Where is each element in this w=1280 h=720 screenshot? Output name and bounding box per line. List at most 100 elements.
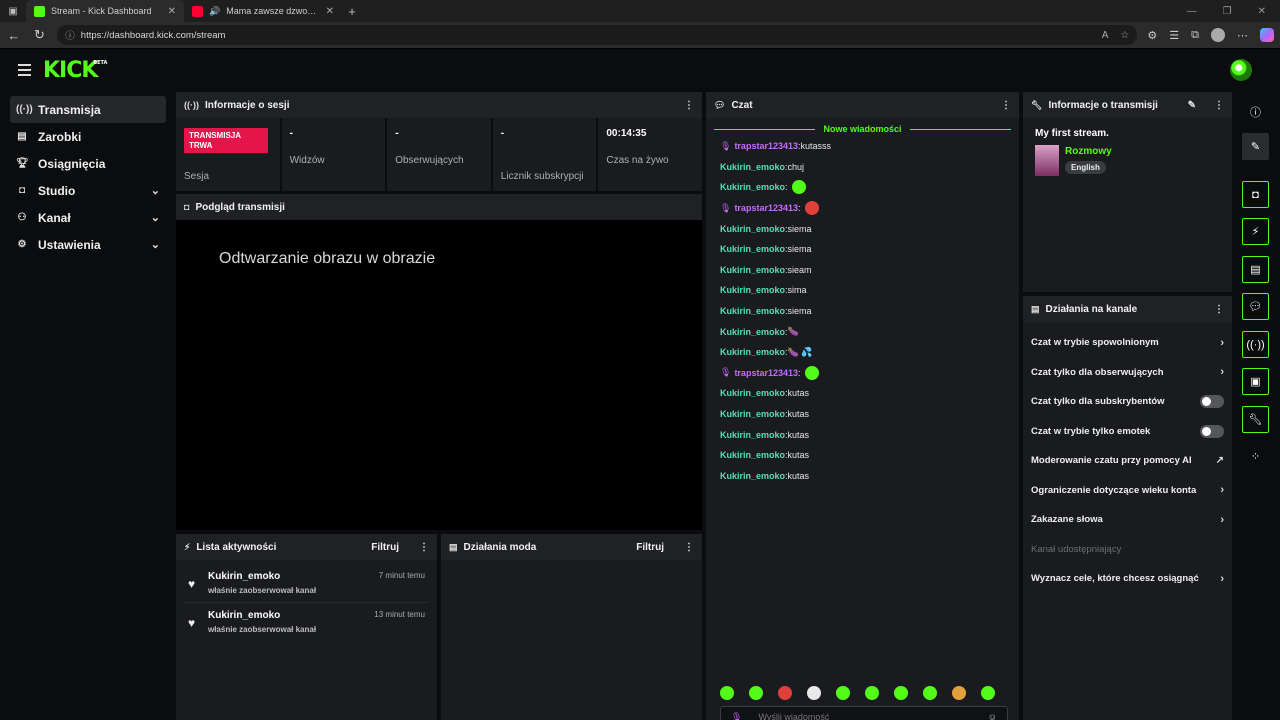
sidebar-item-transmisja[interactable]: ((·)) Transmisja [10, 96, 166, 123]
profile-avatar[interactable] [1210, 28, 1225, 42]
quick-emote-icon[interactable] [778, 686, 792, 700]
sidebar-item-zarobki[interactable]: ▤ Zarobki [10, 123, 166, 150]
filter-button[interactable]: Filtruj [636, 542, 664, 553]
chat-message[interactable]: Kukirin_emoko: kutas [706, 424, 1019, 445]
favorite-star-icon[interactable]: ☆ [1120, 30, 1129, 41]
chat-username[interactable]: trapstar123413 [734, 368, 798, 378]
chat-message[interactable]: 🎙︎ trapstar123413: [706, 363, 1019, 384]
site-info-icon[interactable]: ⓘ [65, 28, 75, 42]
close-icon[interactable]: ✕ [168, 6, 176, 17]
channel-action-item[interactable]: Czat tylko dla obserwujących › [1023, 358, 1232, 388]
channel-action-item[interactable]: Czat tylko dla subskrybentów [1023, 387, 1232, 417]
chat-username[interactable]: Kukirin_emoko [720, 430, 785, 440]
chat-message[interactable]: Kukirin_emoko: siema [706, 239, 1019, 260]
chat-message[interactable]: Kukirin_emoko: siema [706, 301, 1019, 322]
quick-emote-icon[interactable] [749, 686, 763, 700]
emoji-picker-icon[interactable]: ☺ [988, 712, 997, 720]
chat-username[interactable]: Kukirin_emoko [720, 347, 785, 357]
chat-message[interactable]: Kukirin_emoko: 🍆 [706, 321, 1019, 342]
chat-username[interactable]: trapstar123413 [734, 141, 798, 151]
back-icon[interactable]: ← [6, 28, 22, 43]
browser-tab-kick[interactable]: Stream - Kick Dashboard ✕ [26, 0, 184, 22]
copilot-icon[interactable] [1259, 28, 1274, 42]
sidebar-item-kanal[interactable]: ⚇ Kanał ⌄ [10, 204, 166, 231]
edit-icon[interactable]: ✎ [1242, 133, 1269, 160]
activity-item[interactable]: ♥ Kukirin_emoko właśnie zaobserwował kan… [184, 564, 429, 603]
chat-message[interactable]: Kukirin_emoko: kutas [706, 383, 1019, 404]
channel-action-item[interactable]: Ograniczenie dotyczące wieku konta › [1023, 476, 1232, 506]
new-tab-button[interactable]: + [342, 4, 362, 19]
emote-icon[interactable] [791, 180, 806, 195]
chat-username[interactable]: Kukirin_emoko [720, 471, 785, 481]
category-name[interactable]: Rozmowy [1065, 146, 1112, 157]
more-options-icon[interactable]: ⋮ [1214, 100, 1224, 111]
more-options-icon[interactable]: ⋮ [1001, 100, 1011, 111]
quick-emote-icon[interactable] [894, 686, 908, 700]
quick-emote-icon[interactable] [923, 686, 937, 700]
chat-message[interactable]: Kukirin_emoko: chuj [706, 157, 1019, 178]
quick-emote-icon[interactable] [836, 686, 850, 700]
speaker-icon[interactable]: 🔊 [209, 6, 220, 17]
sidebar-item-studio[interactable]: ◘ Studio ⌄ [10, 177, 166, 204]
chat-username[interactable]: Kukirin_emoko [720, 409, 785, 419]
channel-action-item[interactable]: Wyznacz cele, które chcesz osiągnąć › [1023, 564, 1232, 594]
add-widget-icon[interactable]: ⁘ [1242, 443, 1269, 470]
chat-message[interactable]: 🎙︎ trapstar123413: kutasss [706, 136, 1019, 157]
lightning-rail-icon[interactable]: ⚡︎ [1242, 218, 1269, 245]
chat-message[interactable]: 🎙︎ trapstar123413: [706, 198, 1019, 219]
collections-icon[interactable]: ⧉ [1191, 29, 1199, 42]
minimize-icon[interactable]: — [1187, 6, 1197, 17]
kick-logo[interactable]: KICK BETA [43, 58, 107, 83]
info-icon[interactable]: ⓘ [1242, 98, 1269, 125]
more-options-icon[interactable]: ⋮ [684, 542, 694, 553]
chat-username[interactable]: Kukirin_emoko [720, 388, 785, 398]
chat-username[interactable]: Kukirin_emoko [720, 265, 785, 275]
sidebar-item-ustawienia[interactable]: ⚙ Ustawienia ⌄ [10, 231, 166, 258]
chat-rail-icon[interactable]: 💬︎ [1242, 293, 1269, 320]
quick-emote-icon[interactable] [952, 686, 966, 700]
toggle-switch[interactable] [1200, 395, 1224, 409]
chat-message[interactable]: Kukirin_emoko: kutas [706, 466, 1019, 487]
quick-emote-icon[interactable] [865, 686, 879, 700]
chat-username[interactable]: Kukirin_emoko [720, 182, 785, 192]
more-icon[interactable]: ⋯ [1237, 29, 1248, 42]
browser-tab-youtube[interactable]: 🔊 Mama zawsze dzwoni w idealnym momencie… [184, 0, 342, 22]
edit-icon[interactable]: ✎ [1188, 100, 1196, 111]
close-window-icon[interactable]: ✕ [1258, 6, 1266, 17]
extensions-icon[interactable]: ⚙ [1147, 29, 1157, 42]
chat-message[interactable]: Kukirin_emoko: [706, 177, 1019, 198]
reload-icon[interactable]: ↻ [32, 27, 48, 43]
broadcast-rail-icon[interactable]: ((·)) [1242, 331, 1269, 358]
emote-icon[interactable] [804, 365, 819, 380]
chat-username[interactable]: Kukirin_emoko [720, 162, 785, 172]
chat-message[interactable]: Kukirin_emoko: kutas [706, 404, 1019, 425]
chat-message[interactable]: Kukirin_emoko: sieam [706, 260, 1019, 281]
chat-username[interactable]: trapstar123413 [734, 203, 798, 213]
channel-action-item[interactable]: Zakazane słowa › [1023, 505, 1232, 535]
quick-emote-icon[interactable] [807, 686, 821, 700]
more-options-icon[interactable]: ⋮ [684, 100, 694, 111]
read-aloud-icon[interactable]: A [1102, 30, 1109, 41]
url-field[interactable]: ⓘ https://dashboard.kick.com/stream A ☆ [57, 25, 1138, 45]
channel-action-item[interactable]: Czat w trybie tylko emotek [1023, 417, 1232, 447]
chat-username[interactable]: Kukirin_emoko [720, 450, 785, 460]
sidebar-item-osiagniecia[interactable]: 🏆︎ Osiągnięcia [10, 150, 166, 177]
chat-username[interactable]: Kukirin_emoko [720, 224, 785, 234]
close-icon[interactable]: ✕ [326, 6, 334, 17]
chat-username[interactable]: Kukirin_emoko [720, 306, 785, 316]
channel-action-item[interactable]: Czat w trybie spowolnionym › [1023, 328, 1232, 358]
channel-actions-rail-icon[interactable]: ▣ [1242, 368, 1269, 395]
quick-emote-icon[interactable] [720, 686, 734, 700]
camera-rail-icon[interactable]: ◘ [1242, 181, 1269, 208]
chat-message[interactable]: Kukirin_emoko: sima [706, 280, 1019, 301]
channel-action-item[interactable]: Moderowanie czatu przy pomocy AI ↗ [1023, 446, 1232, 476]
chat-username[interactable]: Kukirin_emoko [720, 244, 785, 254]
activity-item[interactable]: ♥ Kukirin_emoko właśnie zaobserwował kan… [184, 603, 429, 641]
quick-emote-icon[interactable] [981, 686, 995, 700]
chat-message[interactable]: Kukirin_emoko: kutas [706, 445, 1019, 466]
more-options-icon[interactable]: ⋮ [419, 542, 429, 553]
menu-icon[interactable] [18, 64, 31, 76]
chat-username[interactable]: Kukirin_emoko [720, 285, 785, 295]
tab-actions-icon[interactable]: ▣ [0, 6, 26, 17]
wrench-rail-icon[interactable]: 🔧︎ [1242, 406, 1269, 433]
